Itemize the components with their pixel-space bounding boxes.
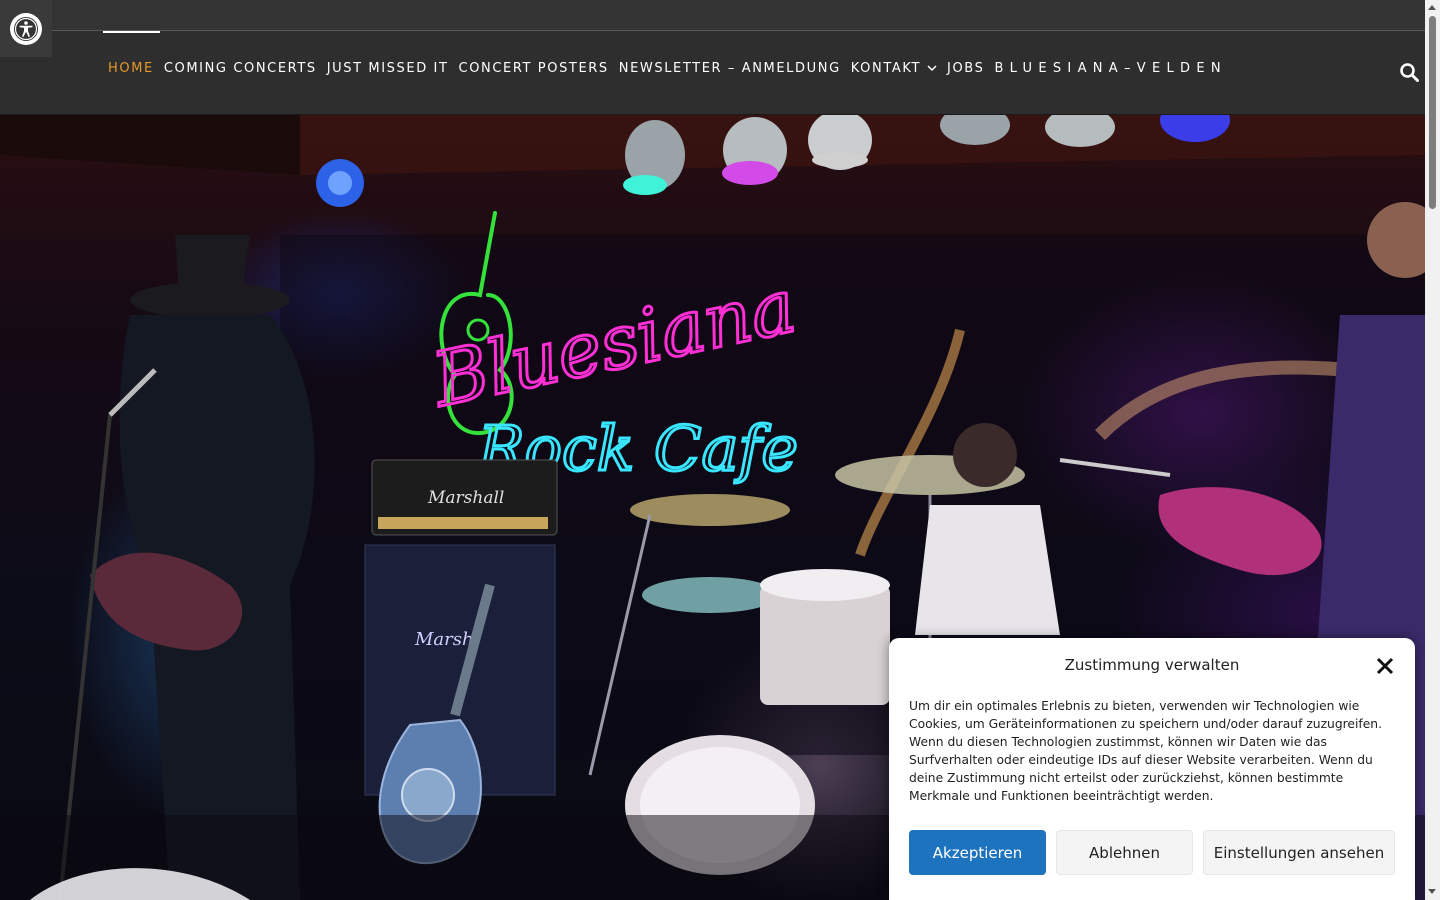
main-navigation: HOME COMING CONCERTS JUST MISSED IT CONC… bbox=[0, 31, 1425, 115]
amp-brand-cab: Marsh bbox=[414, 629, 474, 650]
nav-item-bluesiana-velden[interactable]: BLUESIANA–VELDEN bbox=[994, 61, 1226, 76]
search-icon[interactable] bbox=[1400, 63, 1419, 82]
accessibility-button[interactable] bbox=[0, 0, 52, 57]
accept-button[interactable]: Akzeptieren bbox=[909, 830, 1046, 875]
amp-brand-top: Marshall bbox=[427, 488, 504, 508]
nav-item-newsletter[interactable]: NEWSLETTER – ANMELDUNG bbox=[619, 61, 841, 76]
nav-item-kontakt-label: KONTAKT bbox=[850, 61, 922, 76]
page-scrollbar[interactable] bbox=[1425, 0, 1440, 900]
nav-item-jobs[interactable]: JOBS bbox=[947, 61, 984, 76]
deny-button[interactable]: Ablehnen bbox=[1056, 830, 1193, 875]
consent-title: Zustimmung verwalten bbox=[1064, 656, 1240, 674]
scroll-up-arrow-icon[interactable] bbox=[1428, 5, 1436, 10]
consent-description: Um dir ein optimales Erlebnis zu bieten,… bbox=[909, 699, 1382, 803]
top-bar bbox=[0, 0, 1425, 31]
cookie-consent-dialog: Zustimmung verwalten Um dir ein optimale… bbox=[889, 638, 1415, 900]
view-preferences-button[interactable]: Einstellungen ansehen bbox=[1203, 830, 1395, 875]
nav-item-just-missed-it[interactable]: JUST MISSED IT bbox=[327, 61, 449, 76]
close-icon[interactable] bbox=[1376, 657, 1394, 675]
active-indicator bbox=[103, 31, 160, 33]
nav-item-home[interactable]: HOME bbox=[108, 61, 154, 76]
scrollbar-thumb[interactable] bbox=[1429, 16, 1436, 209]
guitarist-left bbox=[58, 235, 315, 900]
nav-item-coming-concerts[interactable]: COMING CONCERTS bbox=[164, 61, 317, 76]
nav-item-kontakt[interactable]: KONTAKT bbox=[851, 61, 937, 76]
scroll-down-arrow-icon[interactable] bbox=[1428, 889, 1436, 894]
nav-item-concert-posters[interactable]: CONCERT POSTERS bbox=[459, 61, 609, 76]
accessibility-icon bbox=[10, 12, 42, 45]
chevron-down-icon bbox=[927, 65, 937, 72]
